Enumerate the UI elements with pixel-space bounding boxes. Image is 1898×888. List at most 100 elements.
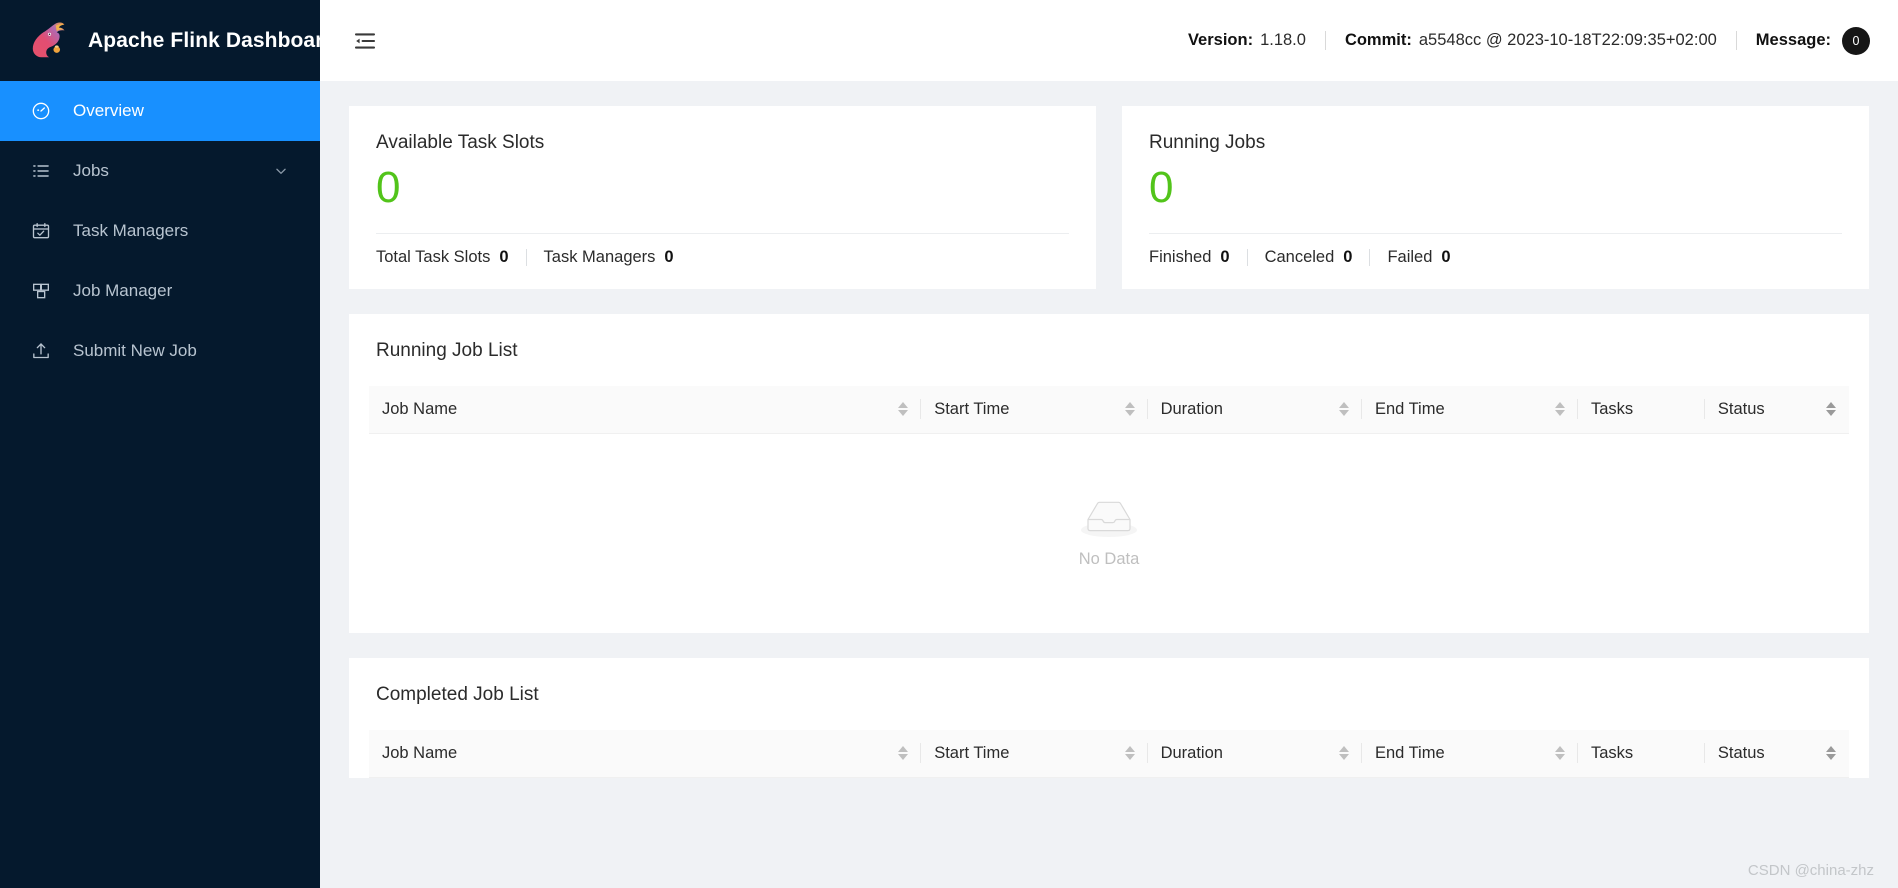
message-label: Message: [1755,31,1831,49]
stat-value: 0 [664,247,674,266]
table-header-row: Job Name Start Time Duration End Time Ta… [369,730,1849,778]
stat-cards-row: Available Task Slots 0 Total Task Slots … [349,106,1869,289]
chevron-down-icon[interactable] [274,164,288,178]
schedule-check-icon [30,220,52,242]
list-icon [30,160,52,182]
card-value: 0 [376,163,401,212]
commit-value: a5548cc @ 2023-10-18T22:09:35+02:00 [1418,31,1717,49]
sort-icon[interactable] [1816,402,1836,417]
card-title: Available Task Slots [376,132,545,153]
column-header-end-time[interactable]: End Time [1361,386,1578,434]
topbar-meta: Version: 1.18.0 Commit: a5548cc @ 2023-1… [1188,26,1870,55]
column-header-job-name[interactable]: Job Name [369,386,922,434]
column-label: End Time [1374,399,1445,418]
message-info[interactable]: Message: [1756,31,1831,50]
sidebar-item-overview[interactable]: Overview [0,81,320,141]
brand-title: Apache Flink Dashboard [88,28,320,52]
table-header: Job Name Start Time Duration End Time Ta… [369,386,1849,434]
sort-icon[interactable] [1115,402,1135,417]
stat-total-task-slots: Total Task Slots 0 [376,248,509,267]
column-label: Job Name [382,399,458,418]
column-label: Start Time [934,399,1010,418]
column-label: End Time [1374,743,1445,762]
sort-icon[interactable] [1329,402,1349,417]
column-label: Job Name [382,743,458,762]
stat-label: Finished [1149,247,1212,266]
stat-value: 0 [499,247,509,266]
completed-job-table-wrap: Job Name Start Time Duration End Time Ta… [349,730,1869,778]
sidebar-item-label: Submit New Job [73,341,197,360]
stat-finished: Finished 0 [1149,248,1230,267]
sidebar-nav: Overview Jobs Task Managers Job Manager … [0,81,320,381]
stat-failed: Failed 0 [1387,248,1450,267]
sidebar-item-jobs[interactable]: Jobs [0,141,320,201]
table-header: Job Name Start Time Duration End Time Ta… [369,730,1849,778]
sort-icon[interactable] [888,402,909,417]
version-info: Version: 1.18.0 [1188,31,1306,50]
stat-task-managers: Task Managers 0 [544,248,674,267]
sort-icon[interactable] [1115,746,1135,761]
column-header-start-time[interactable]: Start Time [921,386,1148,434]
column-header-duration[interactable]: Duration [1147,730,1362,778]
completed-job-list-panel: Completed Job List Job Name Start Time D… [349,658,1869,778]
sort-icon[interactable] [1545,402,1565,417]
upload-icon [30,340,52,362]
column-label: Tasks [1591,399,1634,418]
blocks-icon [30,280,52,302]
column-header-status[interactable]: Status [1704,386,1849,434]
flink-dashboard-app: Apache Flink Dashboard Overview Jobs Tas… [0,0,1898,888]
column-header-end-time[interactable]: End Time [1361,730,1578,778]
sort-icon[interactable] [888,746,909,761]
empty-row: No Data [369,433,1849,633]
menu-fold-icon[interactable] [348,24,382,58]
column-header-status[interactable]: Status [1704,730,1849,778]
meta-divider [1735,31,1737,50]
running-job-list-panel: Running Job List Job Name Start Time Dur… [349,314,1869,633]
column-label: Tasks [1591,743,1634,762]
sort-icon[interactable] [1816,746,1836,761]
empty-state-cell: No Data [369,433,1849,633]
running-job-table: Job Name Start Time Duration End Time Ta… [369,386,1849,633]
sidebar-item-label: Job Manager [73,281,173,300]
empty-inbox-icon [1077,497,1141,543]
sidebar-item-label: Task Managers [73,221,189,240]
card-title: Running Jobs [1149,132,1266,153]
column-header-tasks[interactable]: Tasks [1578,730,1705,778]
column-label: Duration [1160,743,1223,762]
stat-value: 0 [1441,247,1451,266]
column-header-tasks[interactable]: Tasks [1578,386,1705,434]
column-label: Status [1717,399,1765,418]
panel-title: Completed Job List [376,684,539,705]
sidebar-item-submit-new-job[interactable]: Submit New Job [0,321,320,381]
stat-canceled: Canceled 0 [1265,248,1353,267]
column-header-start-time[interactable]: Start Time [921,730,1148,778]
sort-icon[interactable] [1329,746,1349,761]
stat-label: Total Task Slots [376,247,491,266]
stat-value: 0 [1220,247,1230,266]
card-footer: Total Task Slots 0 Task Managers 0 [376,234,1069,281]
sort-icon[interactable] [1545,746,1565,761]
commit-info: Commit: a5548cc @ 2023-10-18T22:09:35+02… [1345,31,1717,50]
column-header-job-name[interactable]: Job Name [369,730,922,778]
panel-title: Running Job List [376,340,518,361]
message-count-badge[interactable]: 0 [1842,26,1870,55]
version-value: 1.18.0 [1260,31,1306,49]
commit-label: Commit: [1344,31,1412,49]
column-label: Start Time [934,743,1010,762]
meta-divider [1324,31,1326,50]
brand[interactable]: Apache Flink Dashboard [0,0,320,81]
running-jobs-card: Running Jobs 0 Finished 0 Canceled 0 Fai… [1122,106,1869,289]
content: Available Task Slots 0 Total Task Slots … [320,81,1898,888]
version-label: Version: [1187,31,1254,49]
flink-squirrel-logo-icon [28,18,74,64]
stat-divider [1369,248,1371,266]
stat-label: Canceled [1264,247,1335,266]
available-task-slots-card: Available Task Slots 0 Total Task Slots … [349,106,1096,289]
sidebar-item-task-managers[interactable]: Task Managers [0,201,320,261]
dashboard-icon [30,100,52,122]
sidebar: Apache Flink Dashboard Overview Jobs Tas… [0,0,320,888]
sidebar-item-job-manager[interactable]: Job Manager [0,261,320,321]
topbar: Version: 1.18.0 Commit: a5548cc @ 2023-1… [320,0,1898,81]
column-header-duration[interactable]: Duration [1147,386,1362,434]
empty-state: No Data [369,497,1849,569]
